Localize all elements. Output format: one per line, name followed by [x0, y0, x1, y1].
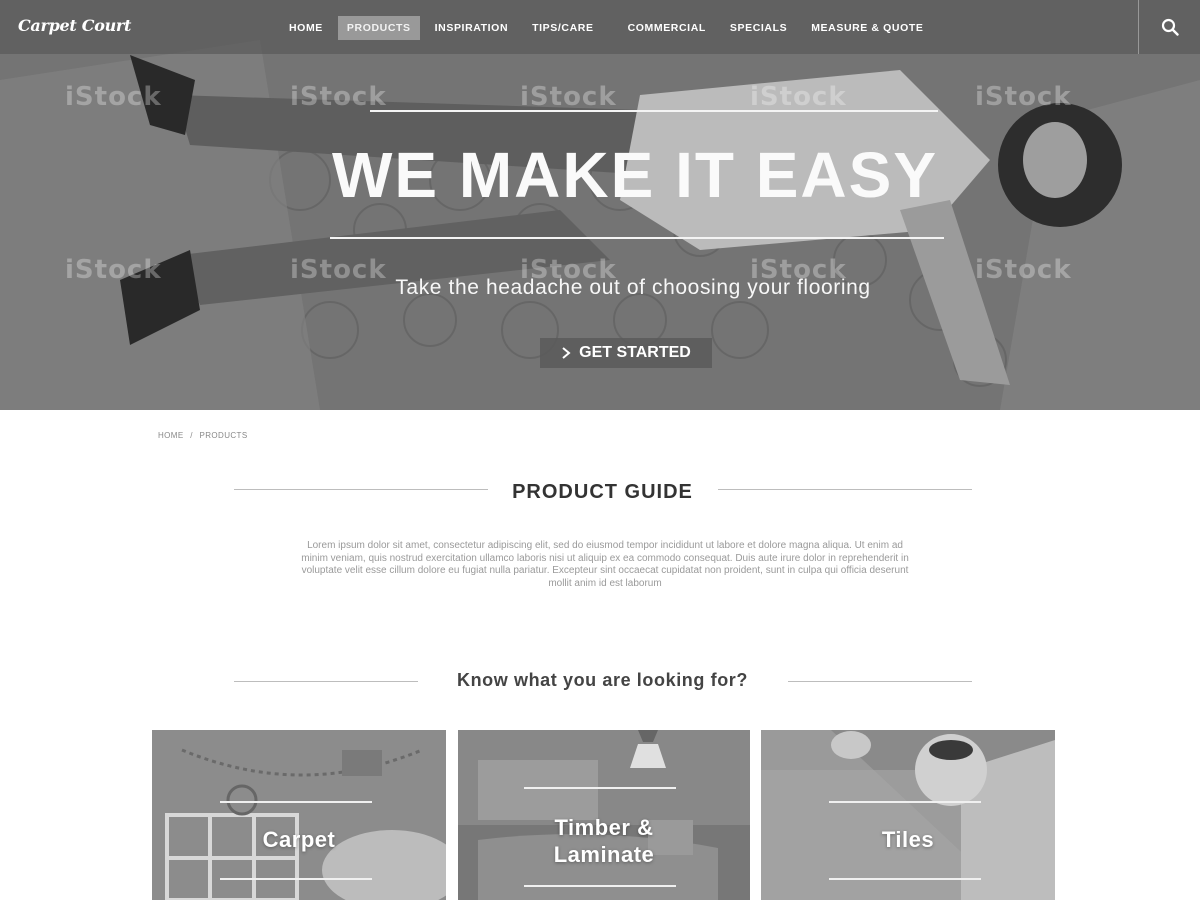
hero-title-top-rule	[370, 110, 938, 112]
nav-item-inspiration[interactable]: INSPIRATION	[426, 16, 518, 40]
lookup-title: Know what you are looking for?	[456, 670, 748, 690]
product-guide-intro: Lorem ipsum dolor sit amet, consectetur …	[301, 540, 909, 589]
hero-subtitle: Take the headache out of choosing your f…	[395, 276, 871, 299]
carpet-image	[152, 730, 446, 900]
category-card-carpet[interactable]: Carpet	[152, 730, 446, 900]
category-card-timber-laminate[interactable]: Timber & Laminate	[458, 730, 750, 900]
divider-line	[718, 489, 972, 490]
tiles-image	[761, 730, 1055, 900]
product-guide-title: PRODUCT GUIDE	[512, 481, 693, 503]
card-rule	[220, 801, 372, 803]
category-card-tiles[interactable]: Tiles	[761, 730, 1055, 900]
hero-title-bottom-rule	[330, 237, 944, 239]
nav-item-commercial[interactable]: COMMERCIAL	[619, 16, 715, 40]
watermark: iStock	[290, 82, 387, 112]
chevron-right-icon	[562, 347, 571, 359]
card-rule	[220, 878, 372, 880]
hero-title: WE MAKE IT EASY	[331, 139, 939, 211]
nav-item-products[interactable]: PRODUCTS	[337, 16, 420, 40]
search-icon	[1161, 18, 1179, 36]
get-started-button[interactable]: GET STARTED	[540, 338, 712, 368]
nav-item-specials[interactable]: SPECIALS	[721, 16, 796, 40]
breadcrumb-home[interactable]: HOME	[158, 431, 184, 440]
breadcrumb-products[interactable]: PRODUCTS	[199, 431, 247, 440]
card-rule	[829, 801, 981, 803]
watermark: iStock	[520, 82, 617, 112]
nav-item-home[interactable]: HOME	[280, 16, 332, 40]
card-rule	[829, 878, 981, 880]
hero-banner: iStock iStock iStock iStock iStock iStoc…	[0, 0, 1200, 410]
category-label-carpet: Carpet	[262, 827, 336, 852]
search-button[interactable]	[1138, 0, 1200, 54]
nav-menu: HOME PRODUCTS INSPIRATION TIPS/CARE COMM…	[280, 16, 938, 40]
breadcrumb: HOME / PRODUCTS	[158, 431, 248, 440]
brand-logo[interactable]: Carpet Court	[18, 16, 131, 35]
watermark: iStock	[65, 82, 162, 112]
top-navigation: Carpet Court HOME PRODUCTS INSPIRATION T…	[0, 0, 1200, 54]
watermark: iStock	[975, 82, 1072, 112]
watermark: iStock	[750, 82, 847, 112]
category-label-timber-laminate: Timber & Laminate	[553, 815, 655, 867]
get-started-label: GET STARTED	[579, 344, 691, 361]
nav-item-measure-quote[interactable]: MEASURE & QUOTE	[802, 16, 932, 40]
divider-line	[788, 681, 972, 682]
card-rule	[524, 885, 676, 887]
breadcrumb-separator: /	[190, 431, 193, 440]
card-rule	[524, 787, 676, 789]
nav-item-tips-care[interactable]: TIPS/CARE	[523, 16, 602, 40]
category-label-tiles: Tiles	[881, 827, 935, 852]
